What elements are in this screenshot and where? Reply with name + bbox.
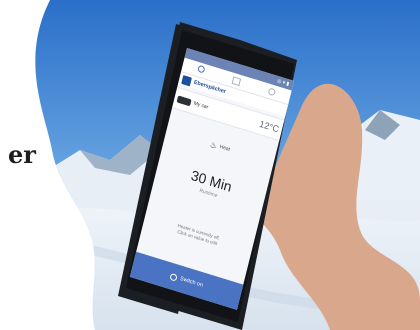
mode-label: Heat (219, 143, 231, 153)
brand-logo-icon (181, 74, 193, 86)
switch-on-label: Switch on (179, 275, 204, 289)
heater-status-message: Heater is currently off. Click on value … (143, 213, 253, 258)
settings-icon[interactable] (266, 86, 278, 99)
car-icon (176, 94, 192, 106)
location-icon[interactable] (195, 64, 207, 77)
temperature-readout: 12°C (258, 118, 281, 135)
page-heading-fragment: er (8, 140, 36, 169)
power-icon (169, 272, 178, 282)
heat-icon: ♨ (208, 139, 218, 151)
status-line-1: Heater is currently off. (177, 222, 221, 241)
hero-image: er ◎ ▾ ▮ Eberspächer My car 12°C ♨ Heat … (0, 0, 420, 330)
status-line-2: Click on value to edit (176, 229, 218, 247)
calendar-icon[interactable] (230, 75, 242, 88)
